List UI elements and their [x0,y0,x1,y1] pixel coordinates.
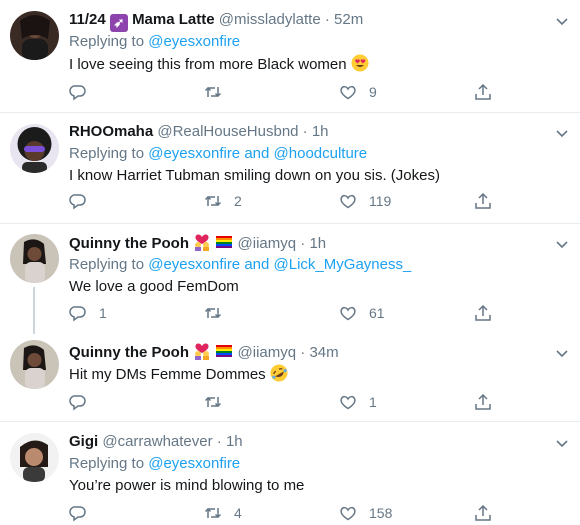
avatar[interactable] [10,433,59,482]
mention-link[interactable]: @eyesxonfire [148,455,240,472]
tweet[interactable]: Quinny the Pooh @iiamyq · 1h Replying to… [0,224,580,334]
reply-icon [69,395,86,411]
display-name[interactable]: Quinny the Pooh [69,233,238,252]
mention-link[interactable]: @eyesxonfire [148,33,240,50]
tweet[interactable]: Quinny the Pooh @iiamyq · 34m Hit my DMs… [0,334,580,420]
tweet-text: I love seeing this from more Black women [69,54,550,75]
share-button[interactable] [474,82,492,102]
retweet-button[interactable]: 4 [204,503,242,523]
retweet-icon [204,307,222,319]
avatar[interactable] [10,124,59,173]
user-handle[interactable]: @iiamyq [238,235,297,252]
heart-eyes-emoji-icon [351,54,369,72]
reply-button[interactable] [69,503,99,523]
rainbow-flag-icon [215,233,233,251]
timestamp[interactable]: 1h [226,433,243,450]
separator: · [300,235,306,252]
chevron-down-icon[interactable] [554,13,570,29]
share-icon [475,304,491,321]
retweet-icon [204,86,222,98]
heart-icon [340,85,356,100]
display-name[interactable]: RHOOmaha [69,123,153,140]
chevron-down-icon[interactable] [554,125,570,141]
tweet-text: I know Harriet Tubman smiling down on yo… [69,167,440,184]
share-icon [475,393,491,410]
lesbian-couple-emoji-icon [193,342,211,360]
mention-link[interactable]: @eyesxonfire [148,145,240,162]
lesbian-couple-emoji-icon [193,233,211,251]
reply-icon [69,85,86,101]
heart-icon [340,506,356,521]
share-icon [475,504,491,521]
retweet-icon [204,195,222,207]
chevron-down-icon[interactable] [554,345,570,361]
retweet-button[interactable]: 2 [204,191,242,211]
thread-line [33,287,35,334]
reply-button[interactable] [69,82,99,102]
like-button[interactable]: 158 [339,503,392,523]
reply-icon [69,306,86,322]
reply-button[interactable] [69,191,99,211]
display-name[interactable]: 11/24 ➶ Mama Latte [69,11,219,32]
retweet-button[interactable] [204,392,234,412]
tweet-text: We love a good FemDom [69,278,239,295]
heart-icon [340,194,356,209]
share-button[interactable] [474,503,492,523]
display-name[interactable]: Gigi [69,433,98,450]
timestamp[interactable]: 1h [309,235,326,252]
rainbow-flag-icon [215,342,233,360]
share-icon [475,192,491,209]
chevron-down-icon[interactable] [554,435,570,451]
separator: · [216,433,222,450]
chevron-down-icon[interactable] [554,236,570,252]
replying-to: Replying to @eyesxonfire [69,33,241,50]
sagittarius-icon: ➶ [109,14,128,32]
share-button[interactable] [474,392,492,412]
share-button[interactable] [474,303,492,323]
tweet[interactable]: RHOOmaha @RealHouseHusbnd · 1h Replying … [0,113,580,222]
share-icon [475,83,491,100]
avatar[interactable] [10,340,59,389]
tweet-text: Hit my DMs Femme Dommes [69,364,550,385]
tweet[interactable]: 11/24 ➶ Mama Latte @missladylatte · 52m … [0,0,580,111]
retweet-button[interactable] [204,303,234,323]
user-handle[interactable]: @missladylatte [219,11,321,28]
timestamp[interactable]: 34m [309,344,338,361]
mention-link[interactable]: @eyesxonfire [148,256,240,273]
retweet-button[interactable] [204,82,234,102]
retweet-icon [204,396,222,408]
share-button[interactable] [474,191,492,211]
user-handle[interactable]: @RealHouseHusbnd [157,123,298,140]
like-button[interactable]: 9 [339,82,377,102]
retweet-icon [204,507,222,519]
reply-button[interactable]: 1 [69,303,107,323]
heart-icon [340,395,356,410]
replying-to: Replying to @eyesxonfire [69,455,241,472]
display-name[interactable]: Quinny the Pooh [69,342,238,361]
like-button[interactable]: 119 [339,191,391,211]
replying-to: Replying to @eyesxonfire and @hoodcultur… [69,145,368,162]
timestamp[interactable]: 1h [312,123,329,140]
user-handle[interactable]: @iiamyq [238,344,297,361]
user-handle[interactable]: @carrawhatever [102,433,212,450]
mention-link[interactable]: @hoodculture [274,145,368,162]
like-button[interactable]: 61 [339,303,385,323]
replying-to: Replying to @eyesxonfire and @Lick_MyGay… [69,256,412,273]
avatar[interactable] [10,11,59,60]
tweet-text: You’re power is mind blowing to me [69,477,305,494]
separator: · [300,344,306,361]
like-button[interactable]: 1 [339,392,377,412]
date-badge: 11/24 [69,11,106,28]
rofl-emoji-icon [270,364,288,382]
separator: · [302,123,308,140]
mention-link[interactable]: @Lick_MyGayness_ [274,256,412,273]
timestamp[interactable]: 52m [334,11,363,28]
heart-icon [340,306,356,321]
reply-button[interactable] [69,392,99,412]
reply-icon [69,506,86,522]
separator: · [324,11,330,28]
reply-icon [69,194,86,210]
avatar[interactable] [10,234,59,283]
tweet[interactable]: Gigi @carrawhatever · 1h Replying to @ey… [0,422,580,525]
